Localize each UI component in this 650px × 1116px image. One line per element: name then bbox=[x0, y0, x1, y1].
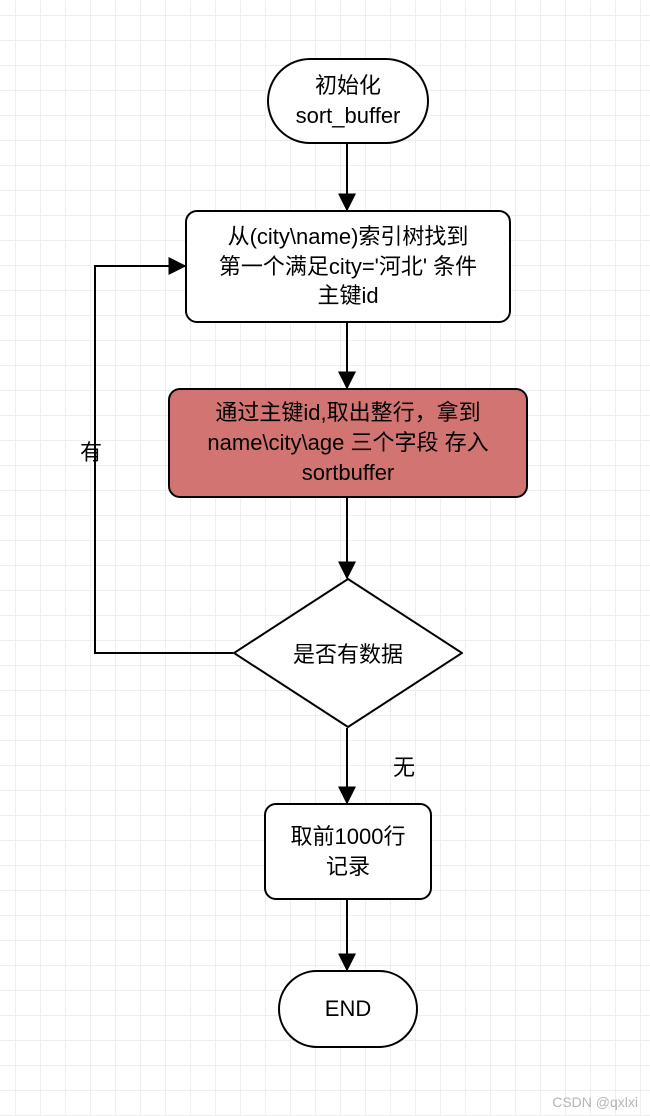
top1000-line1: 取前1000行 bbox=[291, 822, 406, 852]
node-end: END bbox=[278, 970, 418, 1048]
node-top1000: 取前1000行 记录 bbox=[264, 803, 432, 900]
start-line2: sort_buffer bbox=[296, 101, 401, 131]
edge-no-label: 无 bbox=[393, 750, 415, 782]
node-find-index: 从(city\name)索引树找到 第一个满足city='河北' 条件 主键id bbox=[185, 210, 511, 323]
node-start: 初始化 sort_buffer bbox=[267, 58, 429, 144]
top1000-line2: 记录 bbox=[291, 852, 406, 882]
flowchart-canvas: 初始化 sort_buffer 从(city\name)索引树找到 第一个满足c… bbox=[0, 0, 650, 1116]
watermark-text: CSDN @qxlxi bbox=[552, 1094, 638, 1110]
edge-yes-label: 有 bbox=[80, 435, 102, 467]
node-decision: 是否有数据 bbox=[233, 578, 463, 728]
node-fetch-row: 通过主键id,取出整行，拿到 name\city\age 三个字段 存入 sor… bbox=[168, 388, 528, 498]
decision-label: 是否有数据 bbox=[293, 637, 403, 669]
start-line1: 初始化 bbox=[296, 71, 401, 101]
connectors bbox=[0, 0, 650, 1116]
